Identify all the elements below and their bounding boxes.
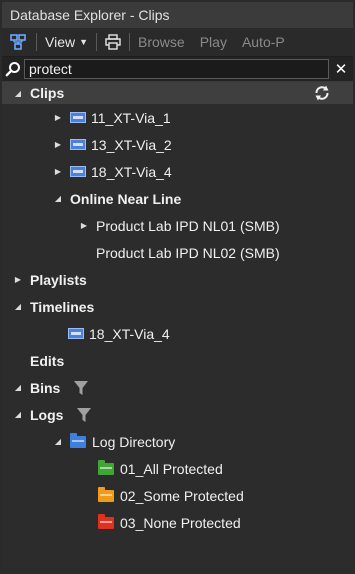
expanded-arrow-icon: ◢: [14, 383, 22, 392]
log-directory-label: Log Directory: [92, 433, 176, 450]
expanded-arrow-icon: ◢: [14, 88, 22, 98]
view-menu-label: View: [45, 34, 76, 50]
printer-icon: [105, 34, 121, 50]
tree-node-logs[interactable]: ◢ Logs: [2, 401, 353, 428]
timelines-label: Timelines: [30, 298, 95, 315]
collapsed-arrow-icon: ▶: [54, 167, 62, 176]
tree-node-clips[interactable]: ◢ Clips: [2, 82, 353, 104]
timeline-clip-icon: [68, 328, 84, 339]
clip-icon: [70, 166, 86, 177]
filter-icon[interactable]: [74, 380, 89, 396]
chevron-down-icon: ▼: [79, 37, 89, 47]
tree-node-storage[interactable]: ▶ Product Lab IPD NL01 (SMB): [2, 212, 353, 239]
log-folder-label: 02_Some Protected: [120, 487, 244, 504]
clip-label: 18_XT-Via_4: [91, 163, 172, 180]
tree-node-log-folder[interactable]: 03_None Protected: [2, 509, 353, 536]
auto-play-button[interactable]: Auto-P: [240, 34, 287, 50]
tree-node-timelines[interactable]: ◢ Timelines: [2, 293, 353, 320]
online-near-line-label: Online Near Line: [70, 190, 182, 207]
expanded-arrow-icon: ◢: [14, 410, 22, 419]
print-button[interactable]: [103, 34, 123, 50]
search-input[interactable]: [24, 59, 329, 79]
clips-label: Clips: [30, 85, 65, 101]
green-folder-icon: [98, 459, 114, 475]
collapsed-arrow-icon: ▶: [14, 275, 22, 284]
toolbar-separator: [129, 33, 131, 51]
edits-label: Edits: [30, 352, 65, 369]
expanded-arrow-icon: ◢: [54, 194, 62, 203]
log-folder-label: 03_None Protected: [120, 514, 241, 531]
tree-node-online-near-line[interactable]: ◢ Online Near Line: [2, 185, 353, 212]
tree-node-playlists[interactable]: ▶ Playlists: [2, 266, 353, 293]
browse-button[interactable]: Browse: [136, 34, 187, 50]
timeline-label: 18_XT-Via_4: [89, 325, 170, 342]
bins-label: Bins: [30, 379, 61, 396]
collapsed-arrow-icon: ▶: [80, 221, 88, 230]
tree-node-log-folder[interactable]: 02_Some Protected: [2, 482, 353, 509]
tree-node-timeline[interactable]: 18_XT-Via_4: [2, 320, 353, 347]
tree-node-bins[interactable]: ◢ Bins: [2, 374, 353, 401]
close-icon: ✕: [334, 61, 348, 78]
tree-node-storage[interactable]: Product Lab IPD NL02 (SMB): [2, 239, 353, 266]
tree-node-clip[interactable]: ▶ 13_XT-Via_2: [2, 131, 353, 158]
clip-icon: [70, 139, 86, 150]
database-tree-button[interactable]: [6, 31, 30, 53]
tree-node-clip[interactable]: ▶ 18_XT-Via_4: [2, 158, 353, 185]
folder-icon: [70, 432, 86, 448]
clip-label: 13_XT-Via_2: [91, 136, 172, 153]
toolbar: View ▼ Browse Play Auto-P: [2, 28, 353, 57]
database-tree: ◢ Clips ▶ 11_XT-Via_1 ▶ 13_XT-Via_2 ▶ 18…: [2, 82, 353, 536]
tree-node-log-directory[interactable]: ◢ Log Directory: [2, 428, 353, 455]
red-folder-icon: [98, 513, 114, 529]
clear-search-button[interactable]: ✕: [329, 57, 353, 81]
tree-node-clip[interactable]: ▶ 11_XT-Via_1: [2, 104, 353, 131]
storage-label: Product Lab IPD NL02 (SMB): [96, 244, 280, 261]
search-icon: [2, 57, 24, 81]
tree-structure-icon: [10, 34, 26, 50]
tree-node-log-folder[interactable]: 01_All Protected: [2, 455, 353, 482]
window-title: Database Explorer - Clips: [2, 2, 353, 28]
collapsed-arrow-icon: ▶: [54, 140, 62, 149]
refresh-icon[interactable]: [313, 84, 331, 102]
clip-label: 11_XT-Via_1: [91, 109, 171, 126]
expanded-arrow-icon: ◢: [54, 437, 62, 446]
logs-label: Logs: [30, 406, 64, 423]
tree-node-edits[interactable]: Edits: [2, 347, 353, 374]
storage-label: Product Lab IPD NL01 (SMB): [96, 217, 280, 234]
expanded-arrow-icon: ◢: [14, 302, 22, 311]
collapsed-arrow-icon: ▶: [54, 113, 62, 122]
database-explorer-panel: Database Explorer - Clips View ▼ Browse …: [2, 2, 353, 568]
clip-icon: [70, 112, 86, 123]
toolbar-separator: [36, 33, 37, 51]
orange-folder-icon: [98, 486, 114, 502]
playlists-label: Playlists: [30, 271, 87, 288]
toolbar-separator: [96, 33, 98, 51]
filter-icon[interactable]: [77, 407, 92, 423]
view-menu-button[interactable]: View ▼: [43, 34, 90, 50]
play-button[interactable]: Play: [198, 34, 229, 50]
log-folder-label: 01_All Protected: [120, 460, 223, 477]
search-bar: ✕: [2, 57, 353, 82]
